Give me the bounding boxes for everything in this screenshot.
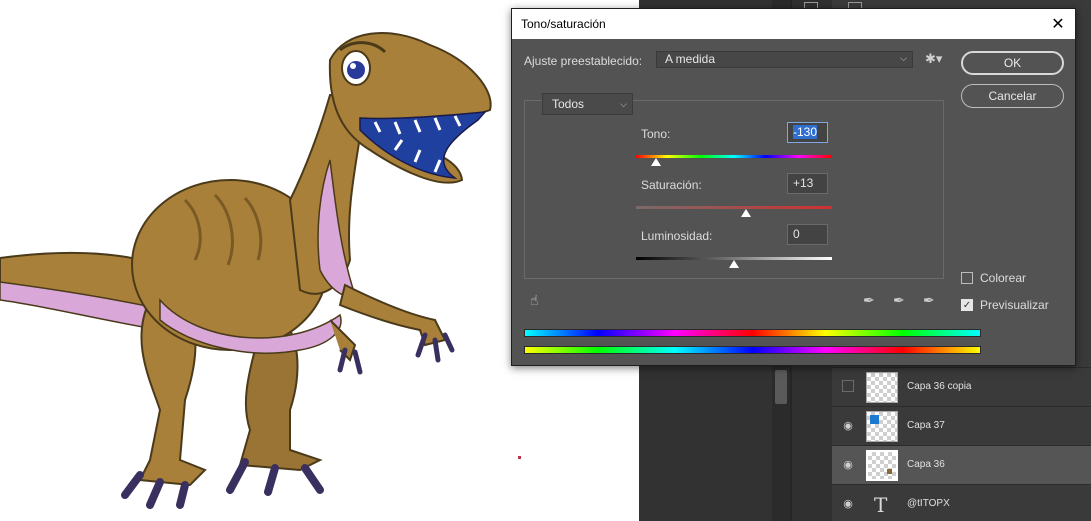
hue-slider-track[interactable] <box>636 155 832 158</box>
layer-thumbnail <box>866 411 898 442</box>
channel-dropdown[interactable]: Todos ⌵ <box>542 93 633 115</box>
eyedropper-add-icon[interactable]: ✒ <box>893 293 905 309</box>
channel-value: Todos <box>552 97 585 111</box>
eye-icon[interactable]: ◉ <box>840 419 856 433</box>
layer-row[interactable]: Capa 36 copia <box>832 367 1091 406</box>
layer-name: Capa 37 <box>907 420 945 431</box>
eyedropper-icon[interactable]: ✒ <box>863 293 875 309</box>
preset-dropdown[interactable]: A medida ⌵ <box>656 51 913 68</box>
chevron-down-icon: ⌵ <box>620 100 627 110</box>
text-layer-icon: T <box>874 493 888 517</box>
ok-button[interactable]: OK <box>961 51 1064 75</box>
saturation-input[interactable]: +13 <box>787 173 828 194</box>
visibility-toggle-off[interactable] <box>842 380 854 392</box>
gear-icon[interactable]: ✱▾ <box>925 52 942 67</box>
layer-thumbnail <box>866 450 898 481</box>
eyedropper-subtract-icon[interactable]: ✒ <box>923 293 935 309</box>
saturation-slider-thumb[interactable] <box>740 209 751 217</box>
preview-label: Previsualizar <box>980 298 1049 312</box>
preview-checkbox[interactable]: ✓ <box>961 299 973 311</box>
colorize-checkbox[interactable] <box>961 272 973 284</box>
scrollbar-thumb[interactable] <box>775 370 787 404</box>
saturation-value: +13 <box>793 176 814 190</box>
target-adjust-icon[interactable]: ☝ <box>530 293 539 309</box>
dialog-titlebar[interactable]: Tono/saturación ✕ <box>512 9 1075 39</box>
hue-value: -130 <box>793 125 818 139</box>
layer-row-selected[interactable]: ◉ Capa 36 <box>832 445 1091 484</box>
preset-label: Ajuste preestablecido: <box>524 54 643 68</box>
chevron-down-icon: ⌵ <box>900 54 907 64</box>
eye-icon[interactable]: ◉ <box>840 458 856 472</box>
hue-saturation-dialog: Tono/saturación ✕ Ajuste preestablecido:… <box>511 8 1076 366</box>
hue-slider-thumb[interactable] <box>650 158 661 166</box>
cancel-button[interactable]: Cancelar <box>961 84 1064 108</box>
hue-input[interactable]: -130 <box>787 122 828 143</box>
lightness-label: Luminosidad: <box>641 229 713 243</box>
lightness-value: 0 <box>793 227 800 241</box>
preset-value: A medida <box>665 52 716 66</box>
eye-icon[interactable]: ◉ <box>840 497 856 511</box>
saturation-label: Saturación: <box>641 178 702 192</box>
output-color-bar <box>524 346 981 354</box>
adjustment-group <box>524 100 944 279</box>
layer-row[interactable]: ◉ T @tITOPX <box>832 484 1091 521</box>
layer-thumbnail <box>866 372 898 403</box>
lightness-input[interactable]: 0 <box>787 224 828 245</box>
dialog-title: Tono/saturación <box>521 17 606 31</box>
hue-label: Tono: <box>641 127 671 141</box>
layer-name: @tITOPX <box>907 498 950 509</box>
colorize-label: Colorear <box>980 271 1027 285</box>
lightness-slider-thumb[interactable] <box>729 260 739 268</box>
close-icon[interactable]: ✕ <box>1047 13 1069 35</box>
layer-name: Capa 36 copia <box>907 381 972 392</box>
layer-name: Capa 36 <box>907 459 945 470</box>
layer-row[interactable]: ◉ Capa 37 <box>832 406 1091 445</box>
input-color-bar <box>524 329 981 337</box>
saturation-slider-track[interactable] <box>636 206 832 209</box>
